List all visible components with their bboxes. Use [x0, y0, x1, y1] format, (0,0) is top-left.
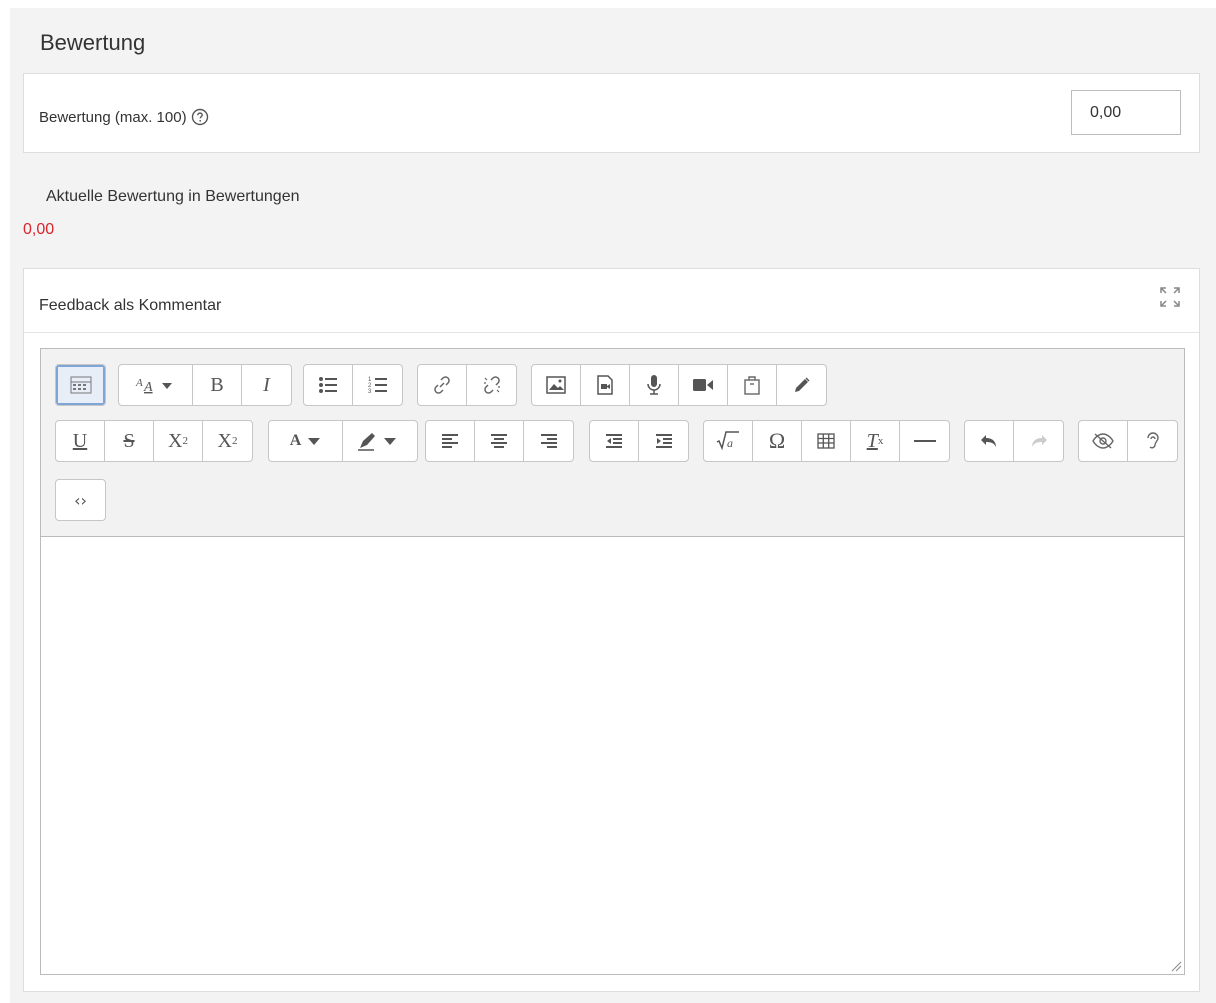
grade-card: Bewertung (max. 100) [23, 73, 1200, 153]
toolbar-group-align [425, 420, 574, 462]
toolbar-group-colors: A [268, 420, 418, 462]
superscript-label: X [217, 429, 232, 452]
strikethrough-icon[interactable]: S [105, 421, 154, 461]
link-icon[interactable] [418, 365, 467, 405]
rich-text-editor: AA B I 123 U S X 2 X 2 A a Ω T x ‹› [40, 348, 1185, 975]
svg-text:a: a [727, 436, 733, 450]
feedback-label: Feedback als Kommentar [39, 297, 222, 314]
font-color-icon[interactable]: A [269, 421, 343, 461]
toolbar-group-insert: a Ω Tx [703, 420, 950, 462]
align-right-icon[interactable] [524, 421, 573, 461]
toolbar-group-style: AA B I [118, 364, 292, 406]
svg-text:A: A [135, 377, 143, 389]
bold-label: B [210, 373, 224, 396]
background-color-icon[interactable] [343, 421, 417, 461]
toolbar-group-history [964, 420, 1064, 462]
feedback-content-area[interactable] [41, 537, 1184, 974]
outdent-icon[interactable] [590, 421, 639, 461]
align-center-icon[interactable] [475, 421, 524, 461]
subscript-icon[interactable]: X2 [154, 421, 203, 461]
grade-label-row: Bewertung (max. 100) [39, 108, 209, 126]
toolbar-group-media [531, 364, 827, 406]
svg-text:3: 3 [368, 389, 372, 395]
align-left-icon[interactable] [426, 421, 475, 461]
resize-handle-icon[interactable] [1168, 958, 1182, 972]
section-title: Bewertung [40, 30, 146, 55]
screenreader-helper-icon[interactable] [1128, 421, 1177, 461]
bold-icon[interactable]: B [193, 365, 242, 405]
toolbar-group-source: ‹› [55, 479, 106, 521]
toolbar-group-collapse [55, 364, 106, 406]
table-icon[interactable] [802, 421, 851, 461]
feedback-card: Feedback als Kommentar AA B I 1 2 3 U S … [23, 268, 1200, 992]
italic-icon[interactable]: I [242, 365, 291, 405]
subscript-label: X [168, 429, 183, 452]
source-label: ‹› [74, 490, 87, 510]
question-circle-icon[interactable] [191, 108, 209, 126]
equation-icon[interactable]: a [704, 421, 753, 461]
current-grade-value: 0,00 [23, 221, 55, 238]
ordered-list-icon[interactable]: 123 [353, 365, 402, 405]
toolbar-group-indent [589, 420, 689, 462]
underline-icon[interactable]: U [56, 421, 105, 461]
fullscreen-expand-icon[interactable] [1158, 285, 1182, 309]
unordered-list-icon[interactable] [304, 365, 353, 405]
italic-label: I [263, 373, 270, 396]
toolbar-group-text-format: U S X2 X2 [55, 420, 253, 462]
record-audio-icon[interactable] [630, 365, 679, 405]
accessibility-checker-icon[interactable] [1079, 421, 1128, 461]
horizontal-rule-icon[interactable] [900, 421, 949, 461]
clear-format-label: T [866, 429, 878, 452]
clear-formatting-icon[interactable]: Tx [851, 421, 900, 461]
current-grade-label: Aktuelle Bewertung in Bewertungen [46, 188, 300, 205]
manage-files-icon[interactable] [728, 365, 777, 405]
feedback-divider [24, 332, 1199, 333]
omega-label: Ω [768, 428, 786, 453]
unlink-icon[interactable] [467, 365, 516, 405]
strike-label: S [123, 429, 135, 452]
toolbar-group-lists: 123 [303, 364, 403, 406]
grade-input[interactable] [1071, 90, 1181, 135]
indent-icon[interactable] [639, 421, 688, 461]
superscript-icon[interactable]: X2 [203, 421, 252, 461]
media-icon[interactable] [581, 365, 630, 405]
clear-format-index: x [877, 435, 884, 447]
superscript-index: 2 [231, 435, 238, 447]
paragraph-style-icon[interactable]: AA [119, 365, 193, 405]
undo-icon[interactable] [965, 421, 1014, 461]
editor-toolbar: AA B I 123 U S X 2 X 2 A a Ω T x ‹› [41, 349, 1184, 537]
toolbar-toggle-icon[interactable] [56, 365, 105, 405]
subscript-index: 2 [182, 435, 188, 447]
record-video-icon[interactable] [679, 365, 728, 405]
html-source-icon[interactable]: ‹› [56, 480, 105, 520]
toolbar-group-links [417, 364, 517, 406]
font-color-label: A [289, 432, 302, 449]
svg-text:A: A [143, 380, 153, 395]
special-character-icon[interactable]: Ω [753, 421, 802, 461]
underline-label: U [72, 429, 88, 452]
image-icon[interactable] [532, 365, 581, 405]
toolbar-group-accessibility [1078, 420, 1178, 462]
grade-label: Bewertung (max. 100) [39, 108, 187, 126]
pencil-icon[interactable] [777, 365, 826, 405]
redo-icon[interactable] [1014, 421, 1063, 461]
